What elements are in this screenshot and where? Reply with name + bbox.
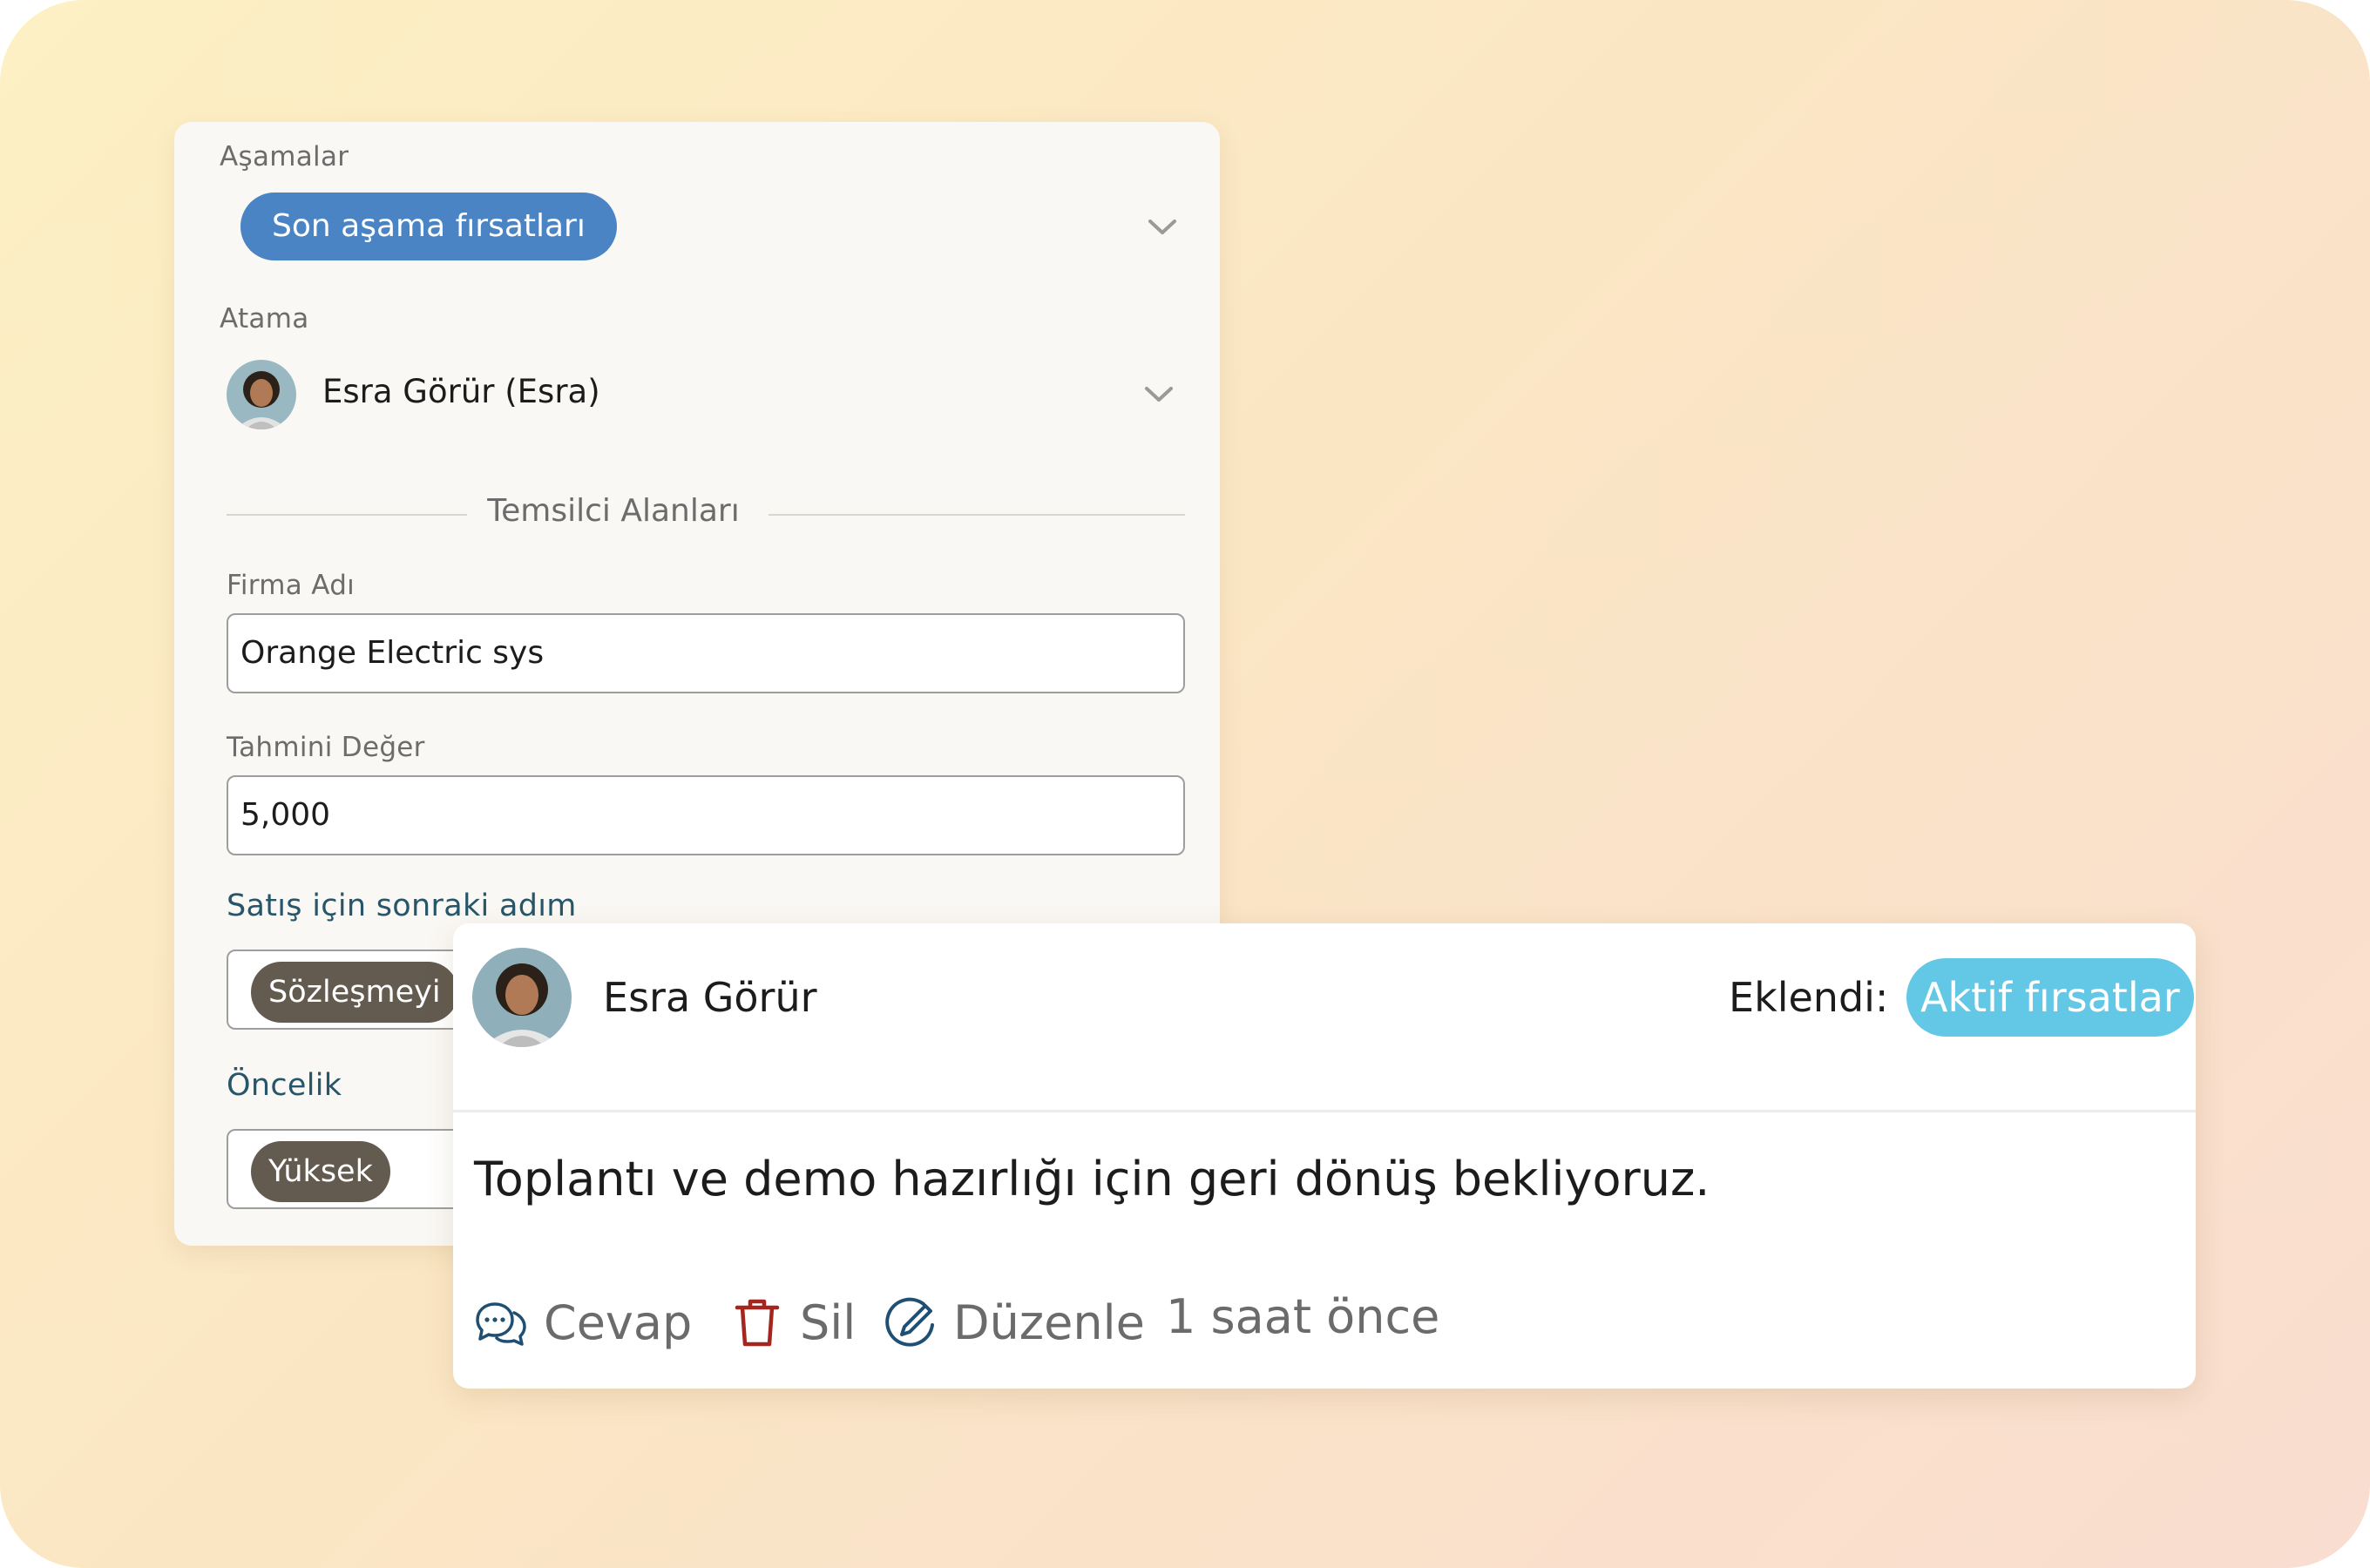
chevron-down-icon[interactable] — [1147, 218, 1178, 237]
section-title: Temsilci Alanları — [487, 493, 740, 529]
delete-button[interactable]: Sil — [730, 1279, 856, 1366]
added-to-pill[interactable]: Aktif fırsatlar — [1906, 958, 2194, 1037]
stages-label: Aşamalar — [220, 141, 349, 172]
pencil-circle-icon — [885, 1297, 934, 1347]
stage-selected-pill[interactable]: Son aşama fırsatları — [240, 193, 617, 260]
comment-author: Esra Görür — [603, 974, 817, 1021]
background: Aşamalar Son aşama fırsatları Atama Esra… — [0, 0, 2370, 1568]
comment-timestamp: 1 saat önce — [1166, 1289, 1440, 1344]
chevron-down-icon[interactable] — [1143, 385, 1175, 404]
section-divider — [227, 514, 467, 516]
reply-label: Cevap — [544, 1294, 693, 1350]
trash-icon — [735, 1299, 780, 1347]
estimated-value-field[interactable]: 5,000 — [227, 775, 1185, 855]
next-step-chip[interactable]: Sözleşmeyi — [251, 962, 458, 1023]
comment-text: Toplantı ve demo hazırlığı için geri dön… — [474, 1152, 1710, 1206]
estimated-value-label: Tahmini Değer — [227, 732, 425, 763]
company-name-value: Orange Electric sys — [240, 635, 545, 671]
edit-button[interactable]: Düzenle — [884, 1279, 1145, 1366]
section-divider — [769, 514, 1185, 516]
edit-label: Düzenle — [953, 1294, 1145, 1350]
next-step-label: Satış için sonraki adım — [227, 889, 577, 923]
card-divider — [453, 1110, 2196, 1112]
comment-card: Esra Görür Eklendi: Aktif fırsatlar Topl… — [453, 923, 2196, 1389]
delete-label: Sil — [800, 1294, 857, 1350]
avatar — [472, 948, 572, 1047]
priority-label: Öncelik — [227, 1068, 342, 1103]
reply-button[interactable]: Cevap — [474, 1279, 692, 1366]
chat-bubbles-icon — [476, 1302, 526, 1346]
priority-chip[interactable]: Yüksek — [251, 1141, 390, 1202]
company-name-label: Firma Adı — [227, 570, 356, 601]
avatar — [227, 360, 296, 429]
estimated-value-value: 5,000 — [240, 797, 331, 833]
assignee-name[interactable]: Esra Görür (Esra) — [322, 373, 600, 410]
added-label: Eklendi: — [1729, 974, 1889, 1021]
assignment-label: Atama — [220, 303, 309, 335]
company-name-field[interactable]: Orange Electric sys — [227, 613, 1185, 693]
